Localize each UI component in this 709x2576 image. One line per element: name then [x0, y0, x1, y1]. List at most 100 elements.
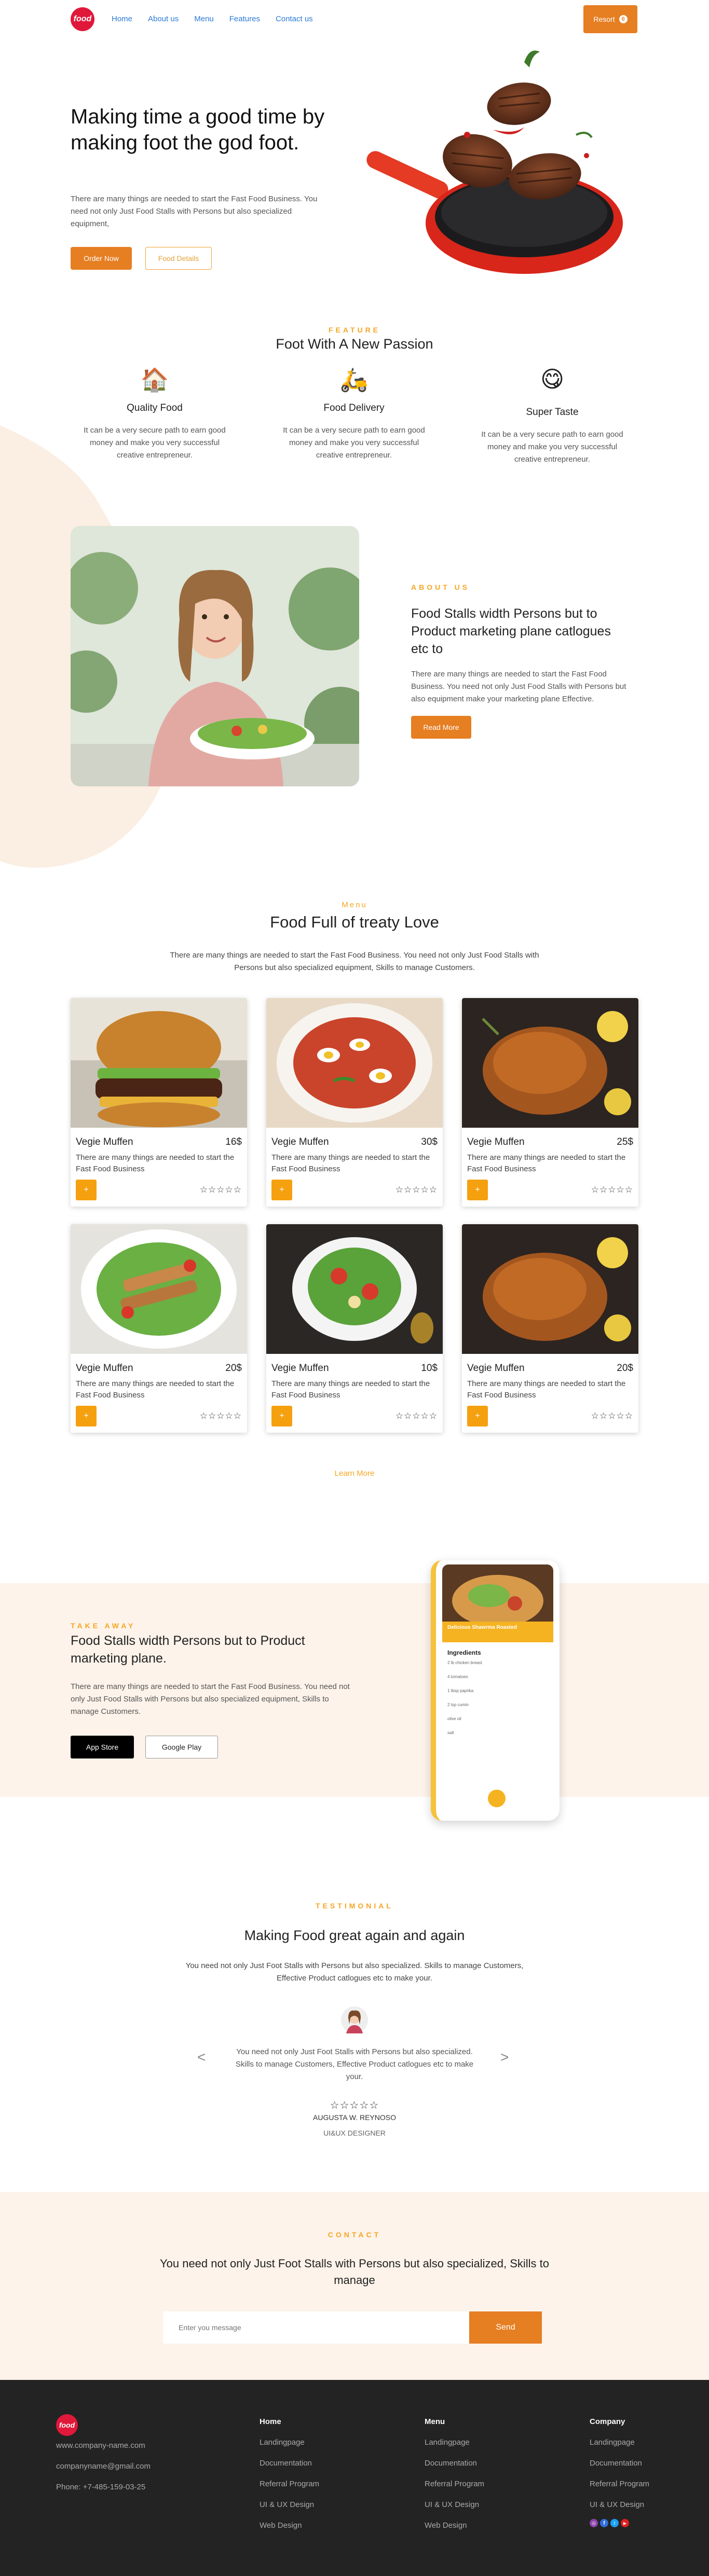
feature-super-taste: 😋 Super Taste It can be a very secure pa…: [474, 366, 630, 466]
card-price: 16$: [225, 1137, 242, 1147]
footer-link[interactable]: UI & UX Design: [260, 2500, 314, 2509]
card-description: There are many things are needed to star…: [271, 1379, 430, 1400]
takeaway-eyebrow: TAKE AWAY: [71, 1622, 136, 1630]
order-now-button[interactable]: Order Now: [71, 247, 132, 270]
house-food-icon: 🏠: [140, 367, 169, 393]
testimonial-prev-arrow[interactable]: <: [197, 2049, 206, 2066]
card-price: 25$: [617, 1137, 633, 1147]
facebook-icon[interactable]: f: [600, 2519, 608, 2527]
footer-logo[interactable]: food: [56, 2414, 78, 2436]
testimonial-quote: You need not only Just Foot Stalls with …: [235, 2047, 474, 2081]
ingredient-item: 2 lb chicken breast: [447, 1660, 482, 1665]
twitter-icon[interactable]: t: [610, 2519, 619, 2527]
footer-link[interactable]: Documentation: [260, 2459, 312, 2468]
add-to-cart-button[interactable]: +: [467, 1180, 488, 1200]
food-details-button[interactable]: Food Details: [145, 247, 212, 270]
rating-stars: ☆☆☆☆☆: [395, 1411, 438, 1421]
nav-link-home[interactable]: Home: [112, 15, 132, 23]
feature-eyebrow: FEATURE: [328, 326, 381, 334]
brand-logo[interactable]: food: [71, 7, 94, 31]
card-description: There are many things are needed to star…: [467, 1379, 626, 1400]
rating-stars: ☆☆☆☆☆: [591, 1185, 633, 1195]
resort-button[interactable]: Resort 0: [583, 5, 637, 33]
ingredient-item: salt: [447, 1730, 454, 1735]
nav-link-features[interactable]: Features: [229, 15, 260, 23]
footer-website[interactable]: www.company-name.com: [56, 2441, 145, 2450]
send-button[interactable]: Send: [469, 2311, 542, 2344]
card-description: There are many things are needed to star…: [76, 1153, 235, 1173]
add-to-cart-button[interactable]: +: [467, 1406, 488, 1427]
learn-more-link[interactable]: Learn More: [0, 1469, 709, 1478]
footer-link[interactable]: Referral Program: [260, 2480, 319, 2488]
card-price: 10$: [421, 1363, 438, 1374]
footer-link[interactable]: Documentation: [425, 2459, 477, 2468]
message-input[interactable]: [163, 2311, 469, 2344]
nav-link-about[interactable]: About us: [148, 15, 179, 23]
footer-link[interactable]: Web Design: [425, 2521, 467, 2530]
footer-link[interactable]: Web Design: [260, 2521, 302, 2530]
rating-stars: ☆☆☆☆☆: [395, 1185, 438, 1195]
ingredient-item: 4 tomatoes: [447, 1674, 468, 1679]
rating-stars: ☆☆☆☆☆: [199, 1185, 242, 1195]
card-price: 30$: [421, 1137, 438, 1147]
testimonial-eyebrow: TESTIMONIAL: [316, 1902, 393, 1910]
footer-link[interactable]: Referral Program: [425, 2480, 484, 2488]
footer: [0, 2380, 709, 2576]
testimonial-intro: You need not only Just Foot Stalls with …: [185, 1961, 524, 1983]
reviewer-name: AUGUSTA W. REYNOSO: [313, 2113, 396, 2122]
footer-link[interactable]: Landingpage: [425, 2438, 470, 2447]
footer-link[interactable]: Documentation: [590, 2459, 642, 2468]
feature-title-delivery: Food Delivery: [323, 403, 385, 413]
google-play-button[interactable]: Google Play: [145, 1736, 218, 1758]
phone-action-button: [488, 1790, 506, 1807]
roast-chicken-image: [462, 998, 638, 1128]
ingredient-item: 1 tbsp paprika: [447, 1688, 474, 1693]
nav-link-menu[interactable]: Menu: [194, 15, 214, 23]
add-to-cart-button[interactable]: +: [76, 1406, 97, 1427]
youtube-icon[interactable]: ▶: [621, 2519, 629, 2527]
hero-text: There are many things are needed to star…: [71, 195, 318, 228]
testimonial-next-arrow[interactable]: >: [500, 2049, 509, 2066]
reviewer-avatar: [341, 2006, 368, 2033]
menu-card[interactable]: Vegie Muffen 20$ There are many things ar…: [462, 1224, 638, 1433]
card-price: 20$: [617, 1363, 633, 1374]
nav-link-contact[interactable]: Contact us: [276, 15, 313, 23]
app-store-button[interactable]: App Store: [71, 1736, 134, 1758]
add-to-cart-button[interactable]: +: [271, 1406, 292, 1427]
footer-phone: Phone: +7-485-159-03-25: [56, 2483, 146, 2491]
footer-col-title-company: Company: [590, 2417, 625, 2426]
footer-link[interactable]: Landingpage: [260, 2438, 305, 2447]
card-name: Vegie Muffen: [467, 1137, 525, 1147]
testimonial-stars: ☆☆☆☆☆: [330, 2100, 379, 2111]
reviewer-role: UI&UX DESIGNER: [323, 2129, 386, 2137]
menu-card[interactable]: Vegie Muffen 20$ There are many things ar…: [71, 1224, 247, 1433]
ingredients-title: Ingredients: [447, 1649, 481, 1656]
card-description: There are many things are needed to star…: [76, 1379, 235, 1400]
add-to-cart-button[interactable]: +: [271, 1180, 292, 1200]
add-to-cart-button[interactable]: +: [76, 1180, 97, 1200]
chicken-salad-image: [71, 1224, 247, 1354]
menu-card[interactable]: Vegie Muffen 10$ There are many things ar…: [266, 1224, 443, 1433]
footer-link[interactable]: Referral Program: [590, 2480, 649, 2488]
card-name: Vegie Muffen: [271, 1137, 329, 1147]
menu-card[interactable]: Vegie Muffen 30$ There are many things ar…: [266, 998, 443, 1207]
footer-link[interactable]: UI & UX Design: [425, 2500, 479, 2509]
card-name: Vegie Muffen: [467, 1363, 525, 1374]
feature-title: Foot With A New Passion: [276, 336, 433, 352]
hero-steak-pan-image: [366, 50, 623, 274]
footer-email[interactable]: companyname@gmail.com: [56, 2462, 151, 2471]
main-nav: Home About us Menu Features Contact us: [112, 15, 313, 23]
takeaway-title: Food Stalls width Persons but to Product…: [71, 1633, 305, 1666]
hero-title: Making time a good time by making foot t…: [71, 105, 325, 154]
menu-card[interactable]: Vegie Muffen 25$ There are many things ar…: [462, 998, 638, 1207]
instagram-icon[interactable]: ◎: [590, 2519, 598, 2527]
cart-count-badge: 0: [619, 15, 628, 23]
menu-eyebrow: Menu: [342, 901, 367, 909]
footer-link[interactable]: UI & UX Design: [590, 2500, 644, 2509]
menu-card[interactable]: Vegie Muffen 16$ There are many things ar…: [71, 998, 247, 1207]
footer-col-title-home: Home: [260, 2417, 281, 2426]
footer-link[interactable]: Landingpage: [590, 2438, 635, 2447]
read-more-button[interactable]: Read More: [411, 716, 471, 739]
about-title: Food Stalls width Persons but to Product…: [411, 606, 611, 656]
menu-title: Food Full of treaty Love: [270, 913, 439, 931]
